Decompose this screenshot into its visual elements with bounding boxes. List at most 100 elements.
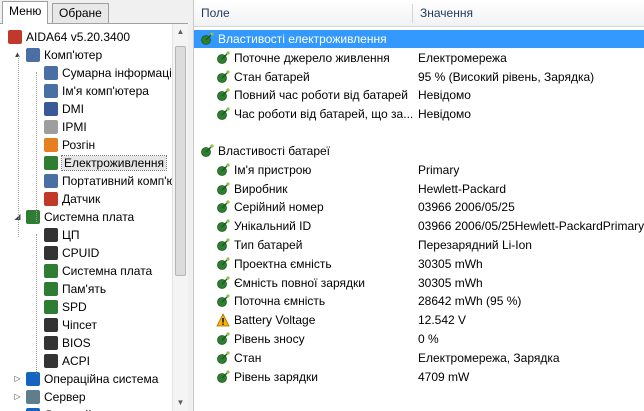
field-name: Проектна ємність <box>234 256 332 271</box>
tree-item-label: Комп'ютер <box>44 47 103 62</box>
tree-item[interactable]: Портативний комп'ютер <box>44 171 172 189</box>
field-name: Стан <box>234 350 262 365</box>
field-value: Електромережа <box>418 50 507 65</box>
laptop-icon <box>44 173 58 188</box>
tree-item[interactable]: Датчик <box>44 189 100 207</box>
server-icon <box>26 389 40 404</box>
motherboard-icon <box>26 209 40 224</box>
expander-icon[interactable]: ▷ <box>13 392 22 401</box>
detail-row[interactable]: Стан батарей 95 % (Високий рівень, Зарядк… <box>194 68 644 86</box>
detail-row[interactable]: Повний час роботи від батарей Невідомо <box>194 86 644 104</box>
field-name: Рівень зносу <box>234 332 305 346</box>
detail-row[interactable]: Ім'я пристрою Primary <box>194 161 644 179</box>
sensor-icon <box>44 191 58 206</box>
acpi-icon <box>44 353 58 368</box>
windows-icon <box>26 371 40 386</box>
aida-icon <box>8 29 22 44</box>
tree-item[interactable]: Електроживлення <box>44 153 168 171</box>
field-value: Невідомо <box>418 88 471 103</box>
expander-icon[interactable]: ▷ <box>13 374 22 383</box>
detail-row[interactable]: Поточна ємність 28642 mWh (95 %) <box>194 292 644 310</box>
computer-name-icon <box>44 83 58 98</box>
tree-item[interactable]: IPMI <box>44 117 87 135</box>
detail-row[interactable]: Унікальний ID 03966 2006/05/25Hewlett-Pac… <box>194 217 644 235</box>
tree-item[interactable]: SPD <box>44 297 87 315</box>
detail-row[interactable]: Проектна ємність 30305 mWh <box>194 255 644 273</box>
overclock-icon <box>44 137 58 152</box>
detail-row[interactable]: Стан Електромережа, Зарядка <box>194 349 644 367</box>
tree-item-label: Системна плата <box>44 209 135 224</box>
power-leaf-icon <box>216 294 230 308</box>
field-value: 28642 mWh (95 %) <box>418 294 522 309</box>
tree-item[interactable]: Операційна система <box>26 369 158 387</box>
power-leaf-icon <box>216 69 230 84</box>
scroll-up-icon[interactable]: ▲ <box>173 24 188 40</box>
detail-row[interactable]: Рівень зносу 0 % <box>194 330 644 348</box>
tree-item[interactable]: DMI <box>44 99 84 117</box>
spd-icon <box>44 299 58 314</box>
tree-item[interactable]: CPUID <box>44 243 99 261</box>
tree-item[interactable]: ЦП <box>44 225 80 243</box>
field-value: 0 % <box>418 332 439 346</box>
detail-row[interactable]: Серійний номер 03966 2006/05/25 <box>194 198 644 216</box>
tree-scrollbar[interactable]: ▲ ▼ <box>172 24 188 411</box>
memory-icon <box>44 281 58 296</box>
tree-item[interactable]: Системна плата <box>44 261 152 279</box>
tree-item-label: SPD <box>62 299 87 314</box>
field-value: 12.542 V <box>418 313 467 328</box>
detail-row[interactable]: Рівень зарядки 4709 mW <box>194 368 644 386</box>
column-value-header[interactable]: Значення <box>413 0 644 27</box>
tree-item[interactable]: Розгін <box>44 135 95 153</box>
scroll-down-icon[interactable]: ▼ <box>173 395 188 411</box>
tree-item-label: Операційна система <box>44 371 159 386</box>
field-value: 4709 mW <box>418 369 470 384</box>
bios-icon <box>44 335 58 350</box>
tree-item-label: Ім'я комп'ютера <box>62 83 149 98</box>
computer-icon <box>26 47 40 62</box>
scrollbar-thumb[interactable] <box>175 46 186 276</box>
tree-connector <box>36 234 37 374</box>
menu-tree: AIDA64 v5.20.3400 Комп'ютер ▲ Сумарна інфор… <box>0 24 172 411</box>
power-leaf-icon <box>216 181 230 196</box>
detail-row[interactable]: Поточне джерело живлення Електромережа <box>194 49 644 67</box>
field-name: Повний час роботи від батарей <box>234 88 408 103</box>
section-header[interactable]: Властивості електроживлення <box>194 30 644 48</box>
field-value: Перезарядний Li-Ion <box>418 238 532 252</box>
power-icon <box>44 155 58 170</box>
tree-item[interactable]: ACPI <box>44 351 90 369</box>
column-field-header[interactable]: Поле <box>194 0 412 27</box>
tree-item[interactable]: BIOS <box>44 333 91 351</box>
tree-item[interactable]: Пам'ять <box>44 279 106 297</box>
detail-row[interactable]: Тип батарей Перезарядний Li-Ion <box>194 236 644 254</box>
tree-item[interactable]: Системна плата <box>26 207 134 225</box>
tab-favorites[interactable]: Обране <box>52 3 109 23</box>
tree-item[interactable]: Комп'ютер <box>26 45 102 63</box>
tree-connector <box>36 72 37 222</box>
detail-row[interactable]: Ємність повної зарядки 30305 mWh <box>194 274 644 292</box>
section-title: Властивості батареї <box>218 144 331 158</box>
tab-menu[interactable]: Меню <box>2 1 49 24</box>
details-pane: Поле Значення Властивості електроживленн… <box>194 0 644 411</box>
tree-item-label: CPUID <box>62 245 100 260</box>
detail-row[interactable]: Час роботи від батарей, що за... Невідомо <box>194 105 644 123</box>
power-leaf-icon <box>216 257 230 271</box>
tree-item-label: AIDA64 v5.20.3400 <box>26 29 131 44</box>
tree-item-label: Розгін <box>62 137 96 152</box>
tree-item[interactable]: Чіпсет <box>44 315 97 333</box>
power-leaf-icon <box>216 332 230 346</box>
detail-row[interactable]: Battery Voltage 12.542 V <box>194 311 644 329</box>
tree-item-label: Електроживлення <box>60 154 168 171</box>
field-value: 03966 2006/05/25 <box>418 200 515 215</box>
tree-item[interactable]: Ім'я комп'ютера <box>44 81 149 99</box>
detail-row[interactable]: Виробник Hewlett-Packard <box>194 180 644 198</box>
tree-item-label: IPMI <box>62 119 87 134</box>
field-value: Електромережа, Зарядка <box>418 350 560 365</box>
tree-item[interactable]: Сервер <box>26 387 86 405</box>
tree-item[interactable]: Сумарна інформація <box>44 63 172 81</box>
power-leaf-icon <box>216 200 230 214</box>
tree-item[interactable]: Дисплей <box>26 405 92 411</box>
section-header[interactable]: Властивості батареї <box>194 142 644 160</box>
field-name: Поточна ємність <box>234 294 326 309</box>
tree-item[interactable]: AIDA64 v5.20.3400 <box>8 27 130 45</box>
field-name: Виробник <box>234 181 288 196</box>
